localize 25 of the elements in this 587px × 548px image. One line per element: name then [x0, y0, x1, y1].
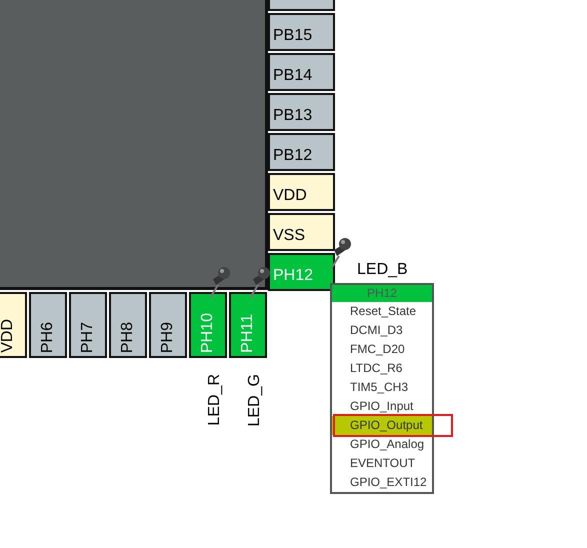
- menu-item[interactable]: Reset_State: [332, 302, 432, 321]
- menu-item[interactable]: GPIO_EXTI12: [332, 473, 432, 492]
- pin[interactable]: PH8: [109, 292, 147, 358]
- pin[interactable]: PH9: [149, 292, 187, 358]
- menu-item[interactable]: GPIO_Input: [332, 397, 432, 416]
- pin[interactable]: PB15: [268, 13, 335, 51]
- pin[interactable]: VDD: [0, 292, 27, 358]
- pin-label: LED_G: [246, 374, 264, 426]
- pin-label: LED_B: [357, 261, 408, 279]
- pin[interactable]: PB14: [268, 53, 335, 91]
- pin[interactable]: PB13: [268, 93, 335, 131]
- pin[interactable]: PB12: [268, 133, 335, 171]
- pin[interactable]: VDD: [268, 173, 335, 211]
- menu-item[interactable]: DCMI_D3: [332, 321, 432, 340]
- menu-item[interactable]: FMC_D20: [332, 340, 432, 359]
- menu-item[interactable]: EVENTOUT: [332, 454, 432, 473]
- pin[interactable]: PH6: [29, 292, 67, 358]
- pin[interactable]: PH7: [69, 292, 107, 358]
- menu-item[interactable]: GPIO_Analog: [332, 435, 432, 454]
- menu-item[interactable]: TIM5_CH3: [332, 378, 432, 397]
- menu-item[interactable]: GPIO_Output: [332, 416, 432, 435]
- menu-item[interactable]: LTDC_R6: [332, 359, 432, 378]
- pin-label: LED_R: [206, 374, 224, 426]
- pin[interactable]: VSS: [268, 213, 335, 251]
- menu-title: PH12: [332, 285, 432, 302]
